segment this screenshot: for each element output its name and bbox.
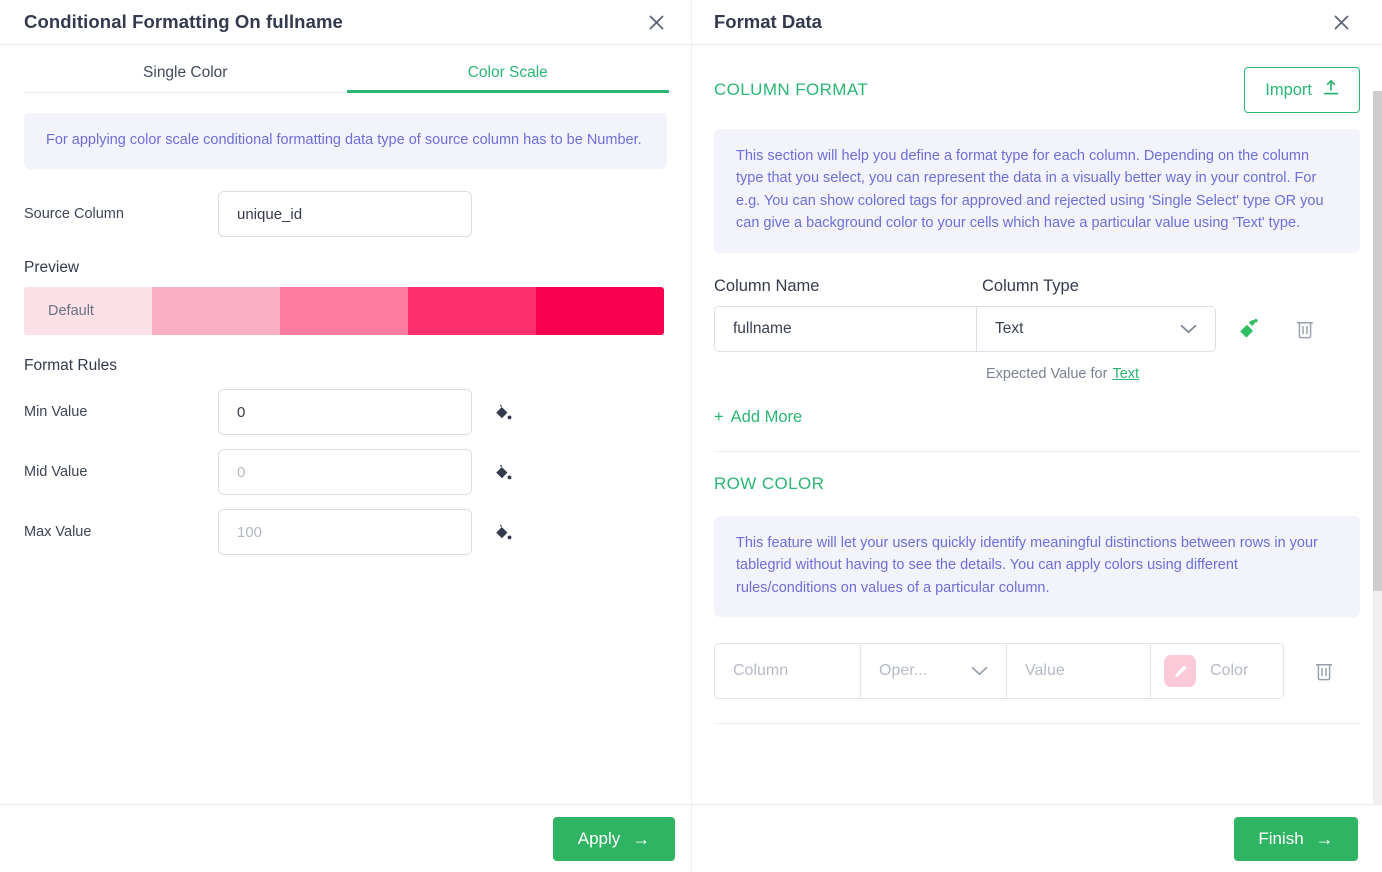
color-scale-info-box: For applying color scale conditional for…	[24, 113, 667, 170]
min-value-row: Min Value	[24, 389, 667, 436]
expected-value-link[interactable]: Text	[1112, 366, 1139, 382]
chevron-down-icon	[971, 666, 988, 676]
column-name-input[interactable]	[715, 306, 977, 351]
import-button-label: Import	[1265, 80, 1312, 99]
min-value-label: Min Value	[24, 404, 88, 421]
arrow-right-icon: →	[1315, 828, 1334, 849]
column-type-select[interactable]: Text	[977, 306, 1215, 351]
preview-swatch-1	[152, 287, 280, 336]
rule-operator-placeholder: Oper...	[879, 662, 928, 680]
close-icon[interactable]	[1328, 9, 1354, 35]
format-rules-label: Format Rules	[24, 357, 118, 375]
delete-row-color-rule-icon[interactable]	[1314, 660, 1334, 682]
rule-column-input[interactable]: Column	[715, 644, 861, 699]
paint-bucket-icon[interactable]	[490, 460, 514, 484]
max-value-label: Max Value	[24, 524, 92, 541]
row-color-rule-inputs: Column Oper... Value Color	[714, 643, 1284, 700]
right-panel-header: Format Data	[692, 0, 1382, 45]
expected-value-prefix: Expected Value for	[986, 365, 1108, 382]
right-panel-body: COLUMN FORMAT Import This section will h…	[692, 45, 1382, 804]
scrollbar[interactable]	[1373, 91, 1382, 804]
paint-bucket-icon[interactable]	[490, 400, 514, 424]
tab-color-scale[interactable]: Color Scale	[346, 45, 670, 93]
conditional-formatting-panel: Conditional Formatting On fullname Singl…	[0, 0, 692, 872]
row-color-info-box: This feature will let your users quickly…	[714, 515, 1360, 618]
column-format-header: COLUMN FORMAT Import	[714, 67, 1360, 113]
left-panel-body: For applying color scale conditional for…	[0, 93, 691, 804]
column-format-table-headers: Column Name Column Type	[714, 277, 1360, 296]
color-scale-info-text: For applying color scale conditional for…	[46, 132, 642, 148]
rule-value-placeholder: Value	[1025, 662, 1065, 680]
column-format-section: COLUMN FORMAT Import This section will h…	[714, 45, 1360, 452]
row-color-rule-row: Column Oper... Value Color	[714, 643, 1360, 700]
column-type-header: Column Type	[982, 276, 1079, 295]
column-format-title: COLUMN FORMAT	[714, 80, 869, 99]
rule-color-label: Color	[1210, 662, 1249, 680]
import-button[interactable]: Import	[1244, 67, 1360, 113]
left-footer: Apply →	[0, 804, 691, 872]
rule-column-placeholder: Column	[733, 662, 789, 680]
apply-button[interactable]: Apply →	[553, 816, 675, 861]
plus-icon: +	[714, 407, 724, 426]
tab-color-scale-label: Color Scale	[467, 63, 548, 81]
column-format-info-text: This section will help you define a form…	[736, 148, 1324, 232]
formatting-tabs: Single Color Color Scale	[24, 45, 669, 93]
min-value-input[interactable]	[218, 389, 472, 436]
column-name-header: Column Name	[714, 276, 820, 295]
arrow-right-icon: →	[632, 828, 651, 849]
preview-label: Preview	[24, 259, 80, 277]
preview-swatch-3	[408, 287, 536, 336]
page-title: Conditional Formatting On fullname	[24, 11, 343, 32]
expected-value-note: Expected Value for Text	[714, 366, 1360, 382]
right-footer: Finish →	[692, 804, 1382, 872]
preview-swatch-4	[536, 287, 664, 336]
format-rules-list: Min Value Mid Value	[24, 389, 667, 556]
tab-single-color[interactable]: Single Color	[24, 45, 347, 92]
row-color-info-text: This feature will let your users quickly…	[736, 534, 1318, 596]
mid-value-input[interactable]	[218, 449, 472, 496]
column-format-info-box: This section will help you define a form…	[714, 129, 1360, 253]
table-row: Text	[714, 305, 1360, 352]
paint-brush-icon[interactable]	[1234, 314, 1264, 344]
row-color-title: ROW COLOR	[714, 473, 825, 493]
column-format-row-inputs: Text	[714, 305, 1216, 352]
mid-value-row: Mid Value	[24, 449, 667, 496]
source-column-label: Source Column	[24, 206, 124, 223]
paint-bucket-icon[interactable]	[490, 520, 514, 544]
finish-button-label: Finish	[1258, 828, 1304, 848]
rule-operator-select[interactable]: Oper...	[861, 644, 1007, 699]
preview-default-label: Default	[48, 303, 94, 320]
mid-value-label: Mid Value	[24, 464, 88, 481]
source-column-row: Source Column	[24, 191, 667, 238]
close-icon[interactable]	[643, 9, 669, 35]
scrollbar-thumb[interactable]	[1373, 91, 1382, 591]
column-type-value: Text	[995, 319, 1024, 337]
add-more-label: Add More	[730, 407, 803, 426]
upload-icon	[1323, 79, 1339, 101]
color-picker-swatch[interactable]	[1164, 655, 1196, 688]
color-scale-preview: Default	[24, 287, 664, 336]
delete-column-icon[interactable]	[1292, 316, 1318, 342]
tab-single-color-label: Single Color	[143, 63, 228, 81]
source-column-input[interactable]	[218, 191, 472, 238]
format-data-title: Format Data	[714, 11, 822, 32]
preview-swatch-2	[280, 287, 408, 336]
row-color-section: ROW COLOR This feature will let your use…	[714, 452, 1360, 725]
max-value-row: Max Value	[24, 509, 667, 556]
rule-color-field: Color	[1151, 644, 1283, 698]
format-data-dialog: Conditional Formatting On fullname Singl…	[0, 0, 1382, 872]
chevron-down-icon	[1180, 324, 1197, 334]
max-value-input[interactable]	[218, 509, 472, 556]
apply-button-label: Apply	[577, 828, 621, 848]
rule-value-input[interactable]: Value	[1007, 644, 1151, 699]
add-more-button[interactable]: + Add More	[714, 408, 802, 427]
format-data-panel: Format Data COLUMN FORMAT Import This se…	[692, 0, 1382, 872]
left-panel-header: Conditional Formatting On fullname	[0, 0, 691, 45]
finish-button[interactable]: Finish →	[1234, 816, 1358, 861]
preview-swatch-default: Default	[24, 287, 152, 336]
